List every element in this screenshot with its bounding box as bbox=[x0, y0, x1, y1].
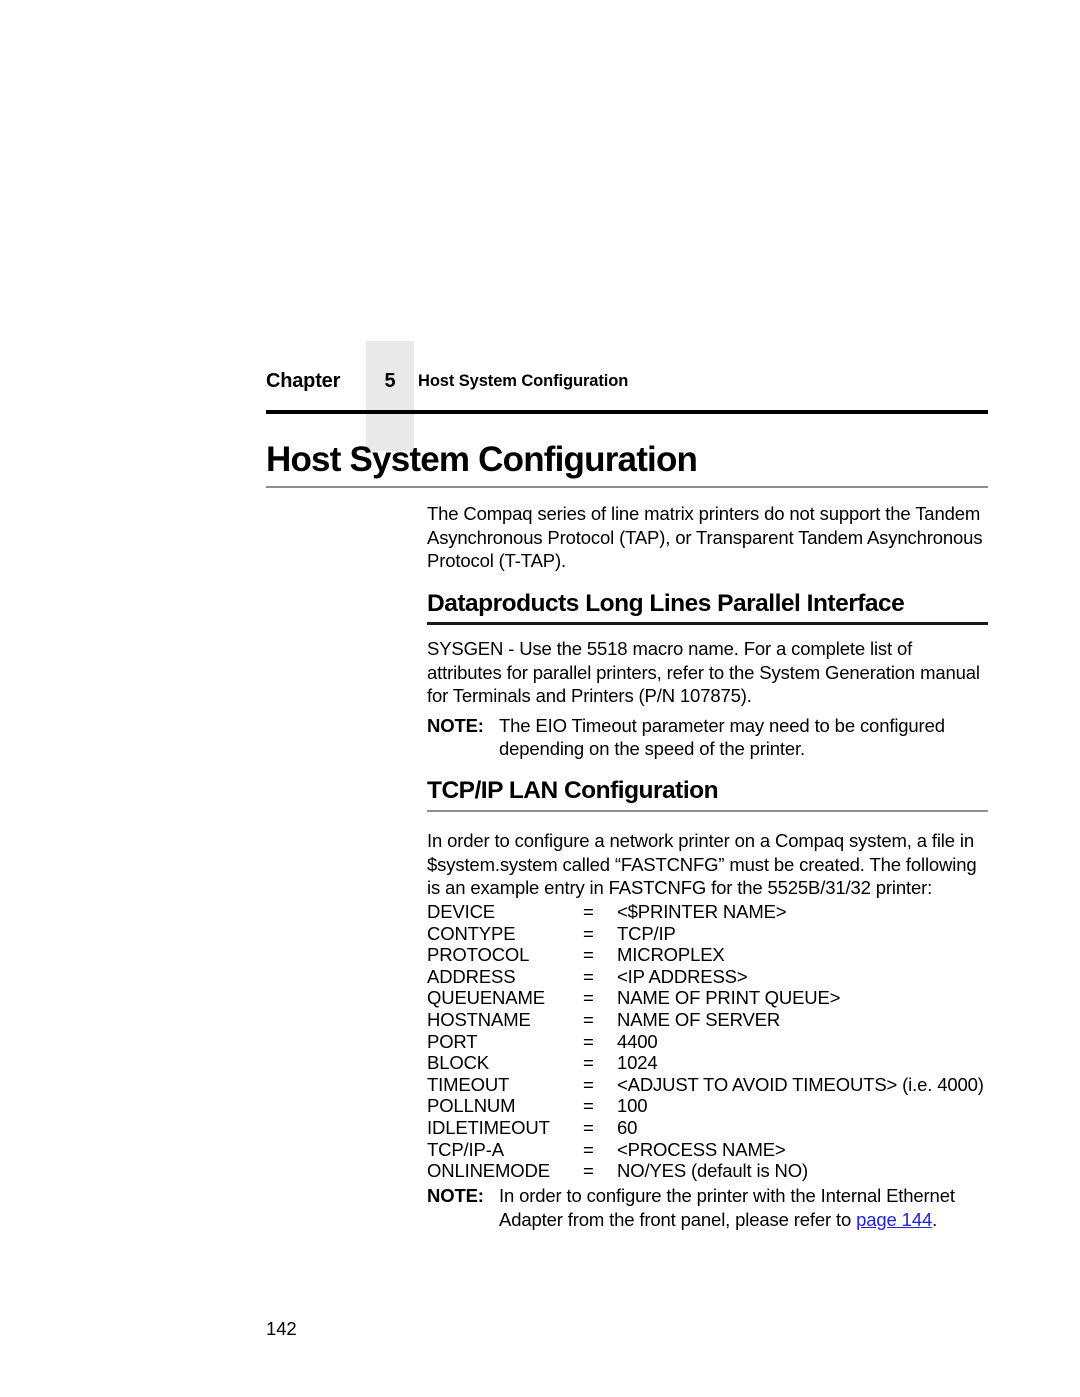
config-key: CONTYPE bbox=[427, 922, 516, 944]
config-value: NAME OF PRINT QUEUE> bbox=[617, 987, 841, 1009]
config-equals-sign: = bbox=[583, 1095, 594, 1117]
note-eio-timeout: NOTE: The EIO Timeout parameter may need… bbox=[427, 714, 988, 761]
note-label: NOTE: bbox=[427, 714, 484, 736]
chapter-tab-marker bbox=[366, 341, 414, 451]
note-text: The EIO Timeout parameter may need to be… bbox=[499, 714, 945, 760]
section-tcpip: TCP/IP LAN Configuration bbox=[427, 778, 988, 812]
config-equals-sign: = bbox=[583, 1052, 594, 1074]
config-value: 100 bbox=[617, 1095, 648, 1117]
config-row: QUEUENAME = NAME OF PRINT QUEUE> bbox=[427, 987, 988, 1009]
note-text-after-link: . bbox=[932, 1208, 938, 1230]
tcpip-paragraph: In order to configure a network printer … bbox=[427, 830, 977, 898]
config-row: DEVICE = <$PRINTER NAME> bbox=[427, 901, 988, 923]
page-reference-link[interactable]: page 144 bbox=[856, 1209, 932, 1230]
config-equals-sign: = bbox=[583, 987, 594, 1009]
section-heading-tcpip: TCP/IP LAN Configuration bbox=[427, 777, 719, 804]
config-key: BLOCK bbox=[427, 1052, 489, 1074]
config-value: <PROCESS NAME> bbox=[617, 1138, 786, 1160]
config-row: TCP/IP-A = <PROCESS NAME> bbox=[427, 1139, 988, 1161]
config-key: TCP/IP-A bbox=[427, 1138, 504, 1160]
tcpip-body: In order to configure a network printer … bbox=[427, 829, 988, 900]
config-key: DEVICE bbox=[427, 901, 495, 922]
config-value: <ADJUST TO AVOID TIMEOUTS> (i.e. 4000) bbox=[617, 1073, 984, 1095]
chapter-label: Chapter bbox=[266, 370, 341, 392]
intro-paragraph: The Compaq series of line matrix printer… bbox=[427, 503, 983, 571]
config-row: PORT = 4400 bbox=[427, 1031, 988, 1053]
running-head-title: Host System Configuration bbox=[418, 372, 629, 390]
intro-block: The Compaq series of line matrix printer… bbox=[427, 502, 988, 573]
config-key: PORT bbox=[427, 1030, 478, 1052]
config-row: POLLNUM = 100 bbox=[427, 1095, 988, 1117]
config-equals-sign: = bbox=[583, 922, 594, 944]
note-label: NOTE: bbox=[427, 1185, 484, 1206]
section-heading-dataproducts: Dataproducts Long Lines Parallel Interfa… bbox=[427, 590, 905, 617]
page-title: Host System Configuration bbox=[266, 440, 698, 479]
dataproducts-body: SYSGEN - Use the 5518 macro name. For a … bbox=[427, 637, 988, 761]
config-equals-sign: = bbox=[583, 1030, 594, 1052]
page-title-rule bbox=[266, 486, 988, 488]
document-page: Chapter 5 Host System Configuration Host… bbox=[0, 0, 1080, 1397]
config-row: IDLETIMEOUT = 60 bbox=[427, 1117, 988, 1139]
config-key: TIMEOUT bbox=[427, 1073, 510, 1095]
running-head: Chapter 5 Host System Configuration bbox=[266, 341, 988, 451]
config-key: ONLINEMODE bbox=[427, 1160, 550, 1182]
page-number-folio: 142 bbox=[266, 1318, 297, 1339]
config-value: NO/YES (default is NO) bbox=[617, 1160, 809, 1182]
config-row: PROTOCOL = MICROPLEX bbox=[427, 944, 988, 966]
chapter-number: 5 bbox=[384, 370, 396, 392]
sysgen-paragraph: SYSGEN - Use the 5518 macro name. For a … bbox=[427, 638, 980, 706]
config-key: ADDRESS bbox=[427, 965, 516, 987]
config-key: HOSTNAME bbox=[427, 1008, 531, 1030]
config-key: QUEUENAME bbox=[427, 987, 545, 1009]
config-equals-sign: = bbox=[583, 1160, 594, 1182]
config-row: ADDRESS = <IP ADDRESS> bbox=[427, 966, 988, 988]
config-row: HOSTNAME = NAME OF SERVER bbox=[427, 1009, 988, 1031]
config-equals-sign: = bbox=[583, 1008, 594, 1030]
config-equals-sign: = bbox=[583, 1073, 594, 1095]
config-equals-sign: = bbox=[583, 1116, 594, 1138]
header-rule bbox=[266, 410, 988, 414]
config-equals-sign: = bbox=[583, 1138, 594, 1160]
section-rule-tcpip bbox=[427, 809, 988, 812]
fastcnfg-config-listing: DEVICE = <$PRINTER NAME> CONTYPE = TCP/IP PROT… bbox=[427, 901, 988, 1182]
config-value: 4400 bbox=[617, 1030, 658, 1052]
note-internal-ethernet: NOTE: In order to configure the printer … bbox=[427, 1184, 988, 1231]
config-equals-sign: = bbox=[583, 901, 594, 922]
config-row: CONTYPE = TCP/IP bbox=[427, 923, 988, 945]
section-rule-dataproducts bbox=[427, 621, 988, 625]
config-value: <IP ADDRESS> bbox=[617, 965, 748, 987]
config-row: ONLINEMODE = NO/YES (default is NO) bbox=[427, 1160, 988, 1182]
config-value: <$PRINTER NAME> bbox=[617, 901, 787, 922]
section-dataproducts: Dataproducts Long Lines Parallel Interfa… bbox=[427, 591, 988, 625]
config-equals-sign: = bbox=[583, 965, 594, 987]
config-key: POLLNUM bbox=[427, 1095, 516, 1117]
config-key: PROTOCOL bbox=[427, 944, 530, 966]
config-row: BLOCK = 1024 bbox=[427, 1052, 988, 1074]
config-value: 60 bbox=[617, 1116, 638, 1138]
config-key: IDLETIMEOUT bbox=[427, 1116, 550, 1138]
config-value: 1024 bbox=[617, 1052, 658, 1074]
config-equals-sign: = bbox=[583, 944, 594, 966]
config-row: TIMEOUT = <ADJUST TO AVOID TIMEOUTS> (i.e.… bbox=[427, 1074, 988, 1096]
config-value: TCP/IP bbox=[617, 922, 676, 944]
note-internal-ethernet-wrap: NOTE: In order to configure the printer … bbox=[427, 1184, 988, 1231]
config-value: MICROPLEX bbox=[617, 944, 725, 966]
config-value: NAME OF SERVER bbox=[617, 1008, 781, 1030]
